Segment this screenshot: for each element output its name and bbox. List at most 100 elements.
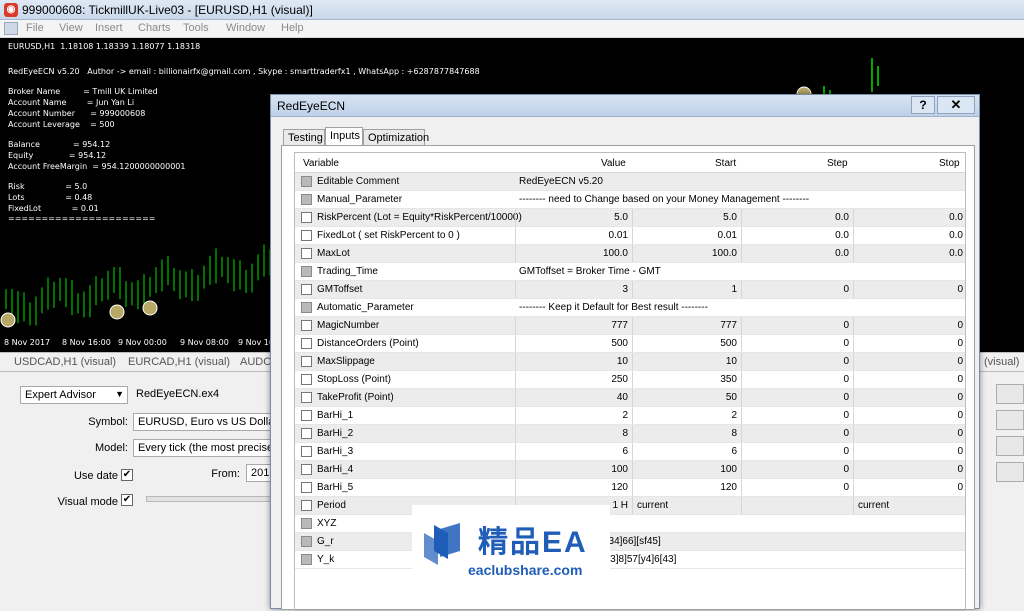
step-cell[interactable]: 0 xyxy=(741,389,853,406)
tab-usdcad-chart[interactable]: USDCAD,H1 (visual) xyxy=(14,356,116,368)
input-row[interactable]: FixedLot ( set RiskPercent to 0 ) 0.01 0.0… xyxy=(295,227,965,245)
help-button[interactable]: ? xyxy=(911,96,935,114)
input-row[interactable]: BarHi_4 100 100 0 0 xyxy=(295,461,965,479)
input-row[interactable]: MaxSlippage 10 10 0 0 xyxy=(295,353,965,371)
value-cell[interactable]: 3 xyxy=(515,281,632,298)
value-cell[interactable]: 100 xyxy=(515,461,632,478)
step-cell[interactable]: 0.0 xyxy=(741,245,853,262)
step-cell[interactable]: 0 xyxy=(741,281,853,298)
stop-cell[interactable]: 0.0 xyxy=(853,227,965,244)
open-chart-button[interactable] xyxy=(996,436,1024,456)
model-select[interactable]: Every tick (the most precise me xyxy=(133,439,273,457)
comment-value[interactable]: RedEyeECN v5.20 xyxy=(519,176,603,187)
start-cell[interactable]: 350 xyxy=(632,371,741,388)
value-cell[interactable]: 5.0 xyxy=(515,209,632,226)
value-cell[interactable]: 6 xyxy=(515,443,632,460)
step-cell[interactable]: 0 xyxy=(741,479,853,496)
optimize-checkbox[interactable] xyxy=(301,356,312,367)
stop-cell[interactable]: 0 xyxy=(853,389,965,406)
input-row[interactable]: Period 1 H current current xyxy=(295,497,965,515)
tab-optimization[interactable]: Optimization xyxy=(363,129,429,146)
start-cell[interactable]: 50 xyxy=(632,389,741,406)
stop-cell[interactable]: 0 xyxy=(853,317,965,334)
step-cell[interactable]: 0 xyxy=(741,317,853,334)
input-row[interactable]: XYZParameter xyxy=(295,515,965,533)
use-date-checkbox[interactable]: ✔ xyxy=(121,469,133,481)
menu-help[interactable]: Help xyxy=(281,22,304,34)
step-cell[interactable]: 0 xyxy=(741,461,853,478)
start-cell[interactable]: 10 xyxy=(632,353,741,370)
value-cell[interactable]: 10 xyxy=(515,353,632,370)
value-cell[interactable]: 100.0 xyxy=(515,245,632,262)
menu-insert[interactable]: Insert xyxy=(95,22,123,34)
optimize-checkbox[interactable] xyxy=(301,482,312,493)
step-cell[interactable]: 0 xyxy=(741,335,853,352)
visual-mode-checkbox[interactable]: ✔ xyxy=(121,494,133,506)
step-cell[interactable]: 0.0 xyxy=(741,209,853,226)
start-cell[interactable]: current xyxy=(632,497,741,514)
input-row[interactable]: MagicNumber 777 777 0 0 xyxy=(295,317,965,335)
input-row[interactable]: Automatic_Parameter -------- Keep it Defa… xyxy=(295,299,965,317)
input-row[interactable]: Editable Comment RedEyeECN v5.20 xyxy=(295,173,965,191)
step-cell[interactable]: 0 xyxy=(741,353,853,370)
comment-value[interactable]: -------- need to Change based on your Mo… xyxy=(519,194,809,205)
step-cell[interactable]: 0 xyxy=(741,425,853,442)
input-row[interactable]: MaxLot 100.0 100.0 0.0 0.0 xyxy=(295,245,965,263)
step-cell[interactable]: 0.0 xyxy=(741,227,853,244)
input-row[interactable]: StopLoss (Point) 250 350 0 0 xyxy=(295,371,965,389)
optimize-checkbox[interactable] xyxy=(301,446,312,457)
input-row[interactable]: Y_k33[fy]6]67[54]74][5[g3]8]57[y4]6[43] xyxy=(295,551,965,569)
stop-cell[interactable]: 0 xyxy=(853,371,965,388)
step-cell[interactable]: 0 xyxy=(741,371,853,388)
system-menu-icon[interactable] xyxy=(4,22,18,35)
optimize-checkbox[interactable] xyxy=(301,464,312,475)
input-row[interactable]: G_r[3]7[23[td]][r32][5[6][34]66][sf45] xyxy=(295,533,965,551)
input-row[interactable]: BarHi_1 2 2 0 0 xyxy=(295,407,965,425)
optimize-checkbox[interactable] xyxy=(301,230,312,241)
optimize-checkbox[interactable] xyxy=(301,374,312,385)
optimize-checkbox[interactable] xyxy=(301,338,312,349)
stop-cell[interactable]: 0 xyxy=(853,281,965,298)
column-stop[interactable]: Stop xyxy=(939,158,960,169)
stop-cell[interactable]: current xyxy=(853,497,965,514)
column-step[interactable]: Step xyxy=(827,158,848,169)
input-row[interactable]: BarHi_5 120 120 0 0 xyxy=(295,479,965,497)
column-variable[interactable]: Variable xyxy=(303,158,339,169)
optimize-checkbox[interactable] xyxy=(301,500,312,511)
stop-cell[interactable]: 0.0 xyxy=(853,245,965,262)
optimize-checkbox[interactable] xyxy=(301,320,312,331)
menu-window[interactable]: Window xyxy=(226,22,265,34)
step-cell[interactable]: 0 xyxy=(741,407,853,424)
input-row[interactable]: BarHi_2 8 8 0 0 xyxy=(295,425,965,443)
optimize-checkbox[interactable] xyxy=(301,410,312,421)
comment-value[interactable]: GMToffset = Broker Time - GMT xyxy=(519,266,661,277)
input-row[interactable]: Trading_Time GMToffset = Broker Time - GM… xyxy=(295,263,965,281)
tester-type-select[interactable]: Expert Advisor ▼ xyxy=(20,386,128,404)
start-cell[interactable]: 777 xyxy=(632,317,741,334)
menu-tools[interactable]: Tools xyxy=(183,22,209,34)
optimize-checkbox[interactable] xyxy=(301,248,312,259)
stop-cell[interactable]: 0 xyxy=(853,479,965,496)
stop-cell[interactable]: 0 xyxy=(853,407,965,424)
stop-cell[interactable]: 0.0 xyxy=(853,209,965,226)
expert-select[interactable]: RedEyeECN.ex4 xyxy=(132,386,272,404)
menu-file[interactable]: File xyxy=(26,22,44,34)
value-cell[interactable]: 500 xyxy=(515,335,632,352)
symbol-select[interactable]: EURUSD, Euro vs US Dollar xyxy=(133,413,273,431)
value-cell[interactable]: 8 xyxy=(515,425,632,442)
input-row[interactable]: DistanceOrders (Point) 500 500 0 0 xyxy=(295,335,965,353)
start-cell[interactable]: 8 xyxy=(632,425,741,442)
close-button[interactable]: ✕ xyxy=(937,96,975,114)
stop-cell[interactable]: 0 xyxy=(853,425,965,442)
start-cell[interactable]: 100 xyxy=(632,461,741,478)
expert-properties-button[interactable] xyxy=(996,384,1024,404)
tab-eurcad-chart[interactable]: EURCAD,H1 (visual) xyxy=(128,356,230,368)
tab-audc-chart[interactable]: AUDC xyxy=(240,356,271,368)
start-cell[interactable]: 6 xyxy=(632,443,741,460)
start-cell[interactable]: 2 xyxy=(632,407,741,424)
start-cell[interactable]: 5.0 xyxy=(632,209,741,226)
menu-charts[interactable]: Charts xyxy=(138,22,170,34)
optimize-checkbox[interactable] xyxy=(301,212,312,223)
input-row[interactable]: GMToffset 3 1 0 0 xyxy=(295,281,965,299)
symbol-properties-button[interactable] xyxy=(996,410,1024,430)
